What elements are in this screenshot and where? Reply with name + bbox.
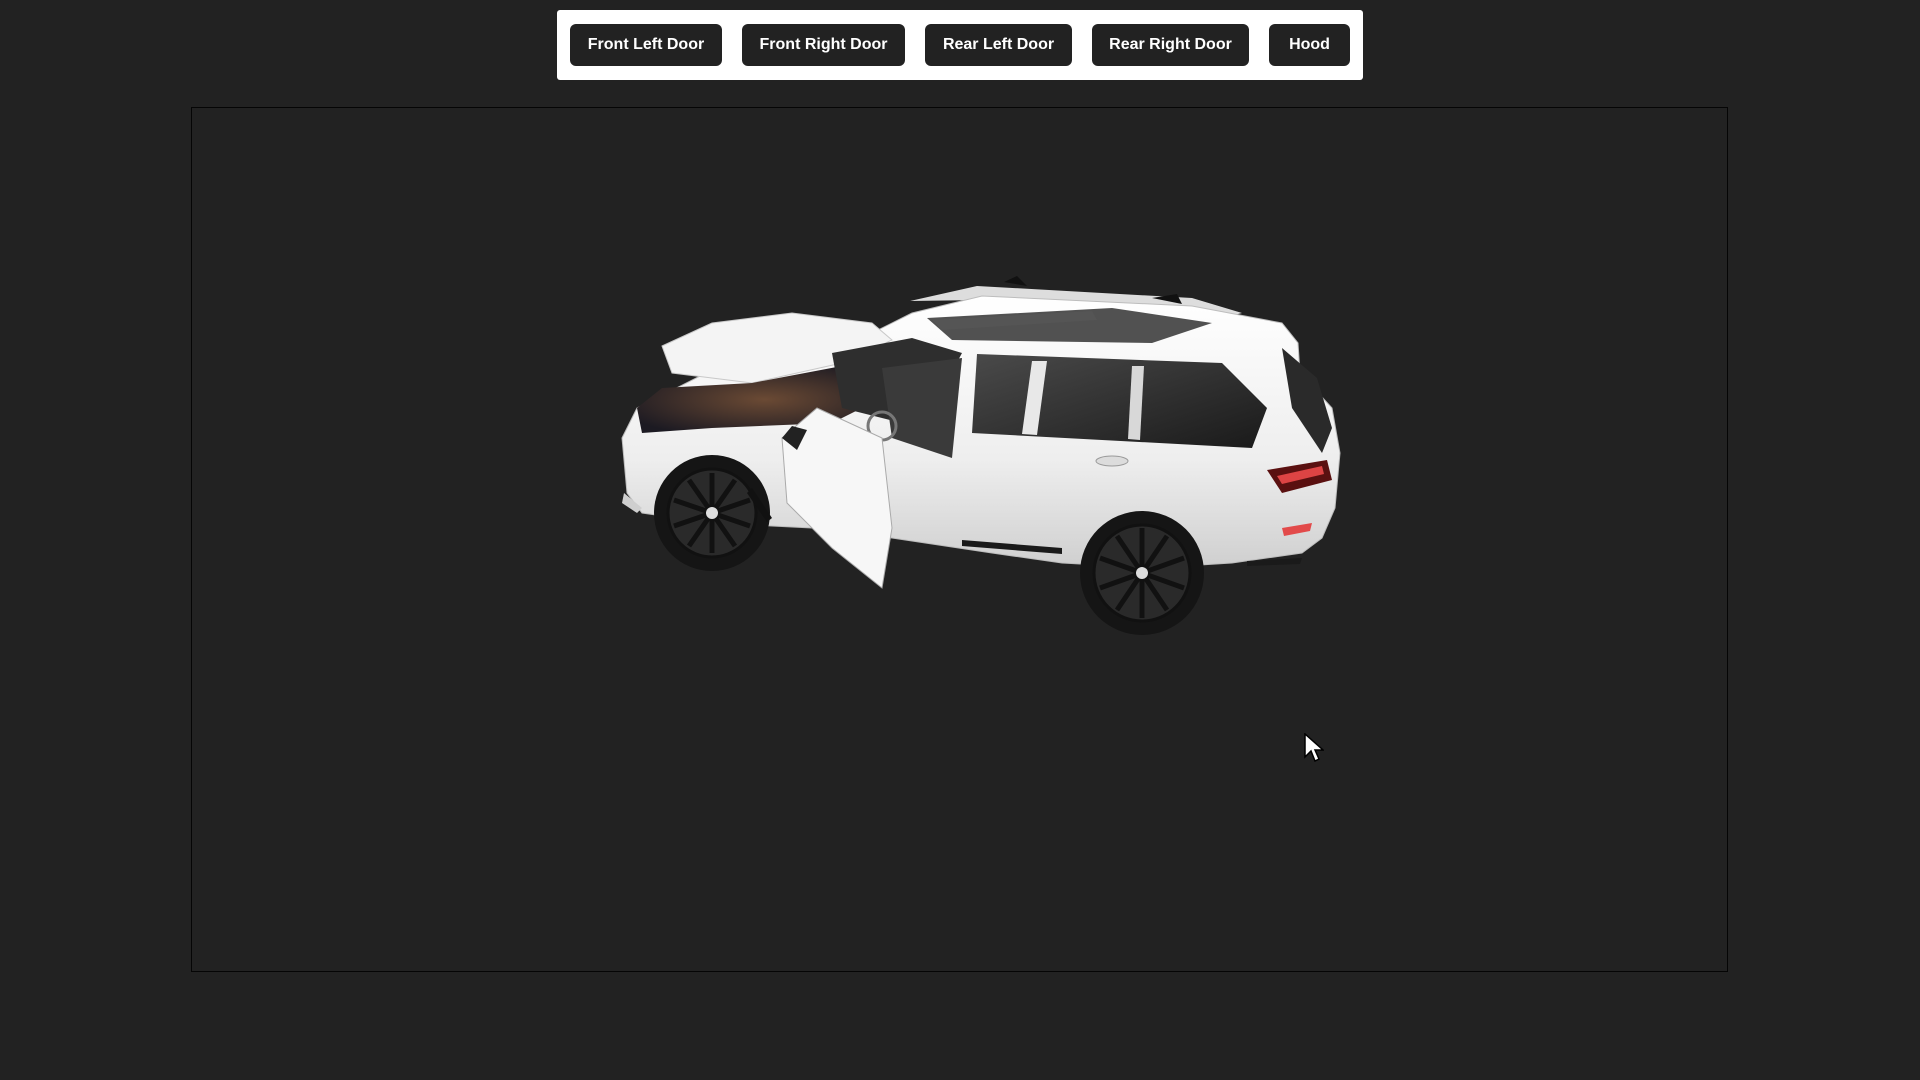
rear-left-door-button[interactable]: Rear Left Door [925, 24, 1072, 66]
3d-viewer-canvas[interactable] [191, 107, 1728, 972]
front-left-door-button[interactable]: Front Left Door [570, 24, 722, 66]
door-control-toolbar: Front Left Door Front Right Door Rear Le… [557, 10, 1363, 80]
arrow-cursor-icon [1304, 733, 1324, 763]
hood-button[interactable]: Hood [1269, 24, 1350, 66]
front-right-door-button[interactable]: Front Right Door [742, 24, 905, 66]
rear-right-door-button[interactable]: Rear Right Door [1092, 24, 1249, 66]
suv-3d-model-icon[interactable] [192, 108, 1727, 971]
